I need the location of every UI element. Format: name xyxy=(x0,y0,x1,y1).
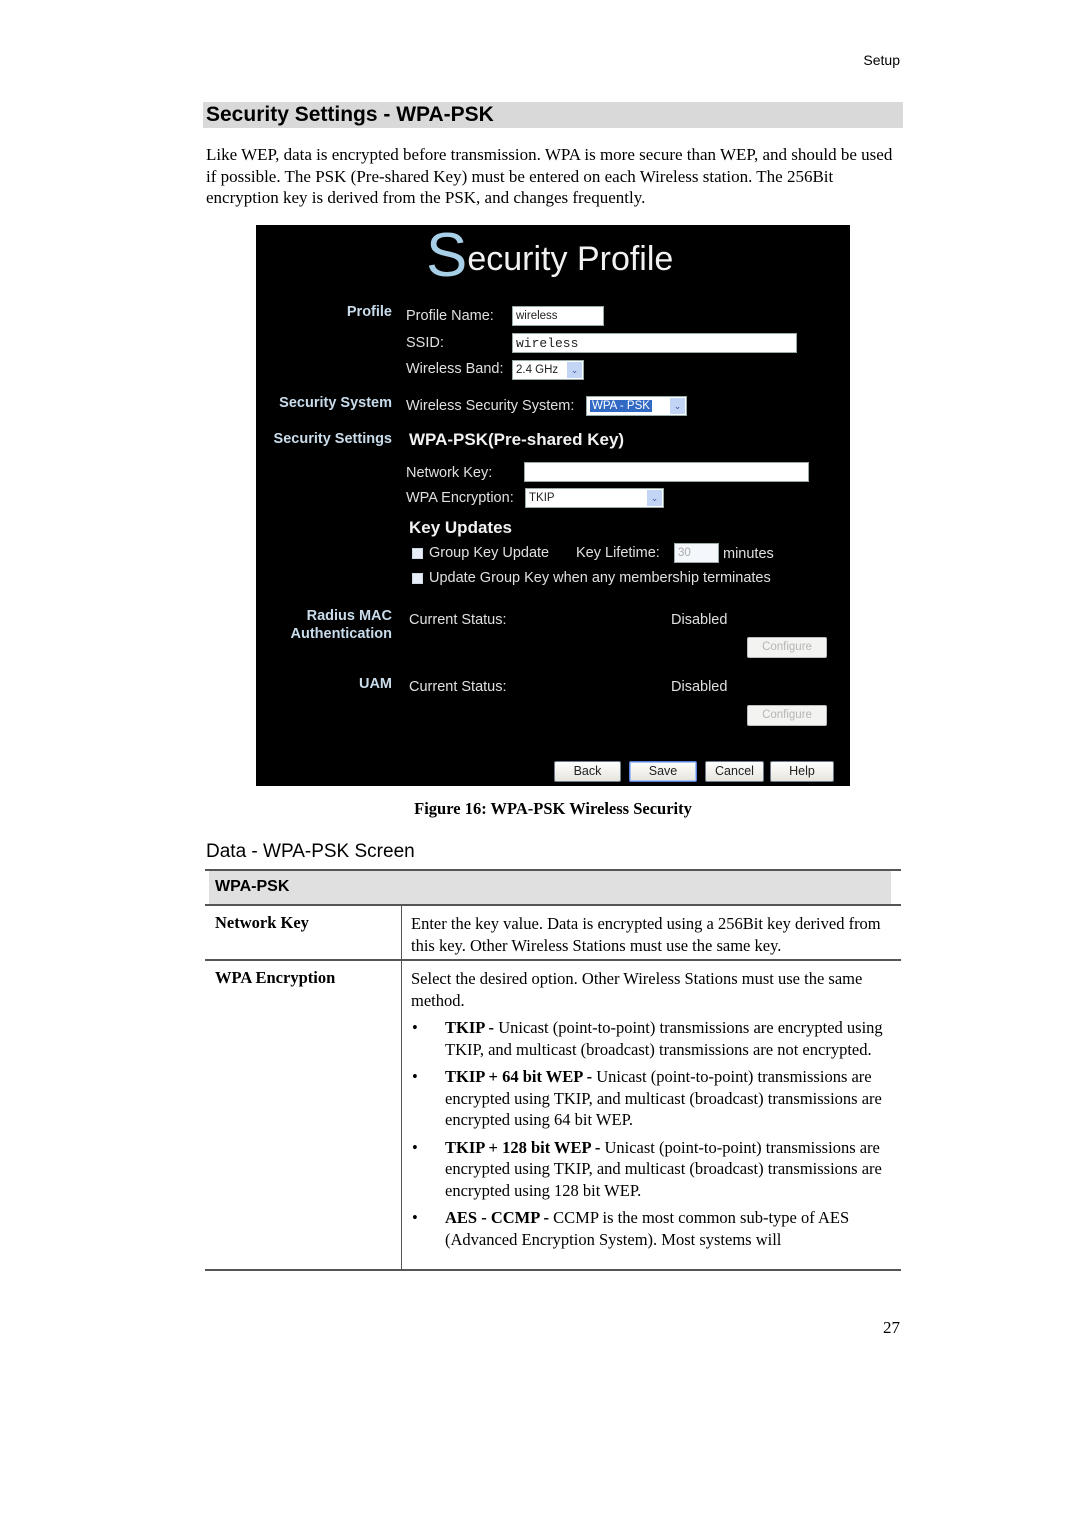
update-group-key-label: Update Group Key when any membership ter… xyxy=(429,570,771,586)
psk-heading: WPA-PSK(Pre-shared Key) xyxy=(409,430,625,449)
list-item: • TKIP + 64 bit WEP - Unicast (point-to-p… xyxy=(411,1066,893,1131)
bullet-icon: • xyxy=(412,1018,418,1037)
table-row: WPA Encryption Select the desired option… xyxy=(205,961,901,1271)
help-button[interactable]: Help xyxy=(770,761,834,782)
list-item: • AES - CCMP - CCMP is the most common su… xyxy=(411,1207,893,1250)
wireless-band-select[interactable]: 2.4 GHz ⌄ xyxy=(512,360,584,380)
security-profile-screenshot: Security Profile Profile Profile Name: w… xyxy=(256,225,850,786)
option-term: AES - CCMP - xyxy=(445,1208,550,1227)
screen-title: Security Profile xyxy=(426,225,673,287)
wpa-encryption-select[interactable]: TKIP ⌄ xyxy=(525,488,664,508)
key-lifetime-input[interactable]: 30 xyxy=(674,543,719,563)
table-row: Network Key Enter the key value. Data is… xyxy=(205,906,901,961)
category-security-settings: Security Settings xyxy=(273,431,392,447)
radius-configure-button[interactable]: Configure xyxy=(747,637,827,658)
category-radius-line1: Radius MAC xyxy=(306,608,392,624)
bullet-icon: • xyxy=(412,1208,418,1227)
wpa-encryption-value: TKIP xyxy=(529,492,555,504)
network-key-input[interactable] xyxy=(524,462,809,482)
ssid-label: SSID: xyxy=(406,335,444,351)
group-key-update-label: Group Key Update xyxy=(429,545,550,561)
category-uam: UAM xyxy=(358,676,392,692)
profile-name-input[interactable]: wireless xyxy=(512,306,604,326)
running-header: Setup xyxy=(863,52,900,68)
save-button[interactable]: Save xyxy=(629,761,697,782)
table-header: WPA-PSK xyxy=(205,869,901,906)
back-button[interactable]: Back xyxy=(554,761,621,782)
option-term: TKIP + 128 bit WEP - xyxy=(445,1137,601,1157)
option-desc: Unicast (point-to-point) transmissions a… xyxy=(445,1018,883,1059)
encryption-options-list: • TKIP - Unicast (point-to-point) transmi… xyxy=(411,1017,893,1250)
section-title: Security Settings - WPA-PSK xyxy=(206,103,494,126)
profile-name-label: Profile Name: xyxy=(406,308,494,324)
option-term: TKIP + 64 bit WEP - xyxy=(445,1067,593,1086)
data-table: WPA-PSK Network Key Enter the key value.… xyxy=(205,869,901,1271)
screen-title-initial: S xyxy=(426,225,468,290)
bullet-icon: • xyxy=(412,1067,418,1086)
security-system-select[interactable]: WPA - PSK ⌄ xyxy=(586,396,687,416)
update-group-key-checkbox[interactable] xyxy=(412,573,423,584)
wpa-encryption-label: WPA Encryption: xyxy=(406,490,514,506)
wireless-band-value: 2.4 GHz xyxy=(516,364,559,376)
section-title-bar: Security Settings - WPA-PSK xyxy=(203,102,903,128)
row-key: Network Key xyxy=(205,906,402,959)
table-header-fill xyxy=(209,871,891,904)
key-updates-heading: Key Updates xyxy=(409,518,512,537)
list-item: • TKIP + 128 bit WEP - Unicast (point-to-… xyxy=(411,1137,893,1202)
bullet-icon: • xyxy=(412,1137,418,1157)
figure-caption: Figure 16: WPA-PSK Wireless Security xyxy=(414,799,692,818)
radius-status-label: Current Status: xyxy=(409,612,507,628)
uam-status-value: Disabled xyxy=(671,679,728,695)
list-item: • TKIP - Unicast (point-to-point) transmi… xyxy=(411,1017,893,1060)
option-term: TKIP - xyxy=(445,1018,495,1037)
chevron-down-icon[interactable]: ⌄ xyxy=(670,398,685,414)
cancel-button[interactable]: Cancel xyxy=(705,761,764,782)
category-profile: Profile xyxy=(346,304,392,320)
network-key-label: Network Key: xyxy=(406,465,493,481)
security-system-label: Wireless Security System: xyxy=(406,398,575,414)
page-number: 27 xyxy=(883,1318,900,1337)
chevron-down-icon[interactable]: ⌄ xyxy=(567,362,582,378)
row-description: Enter the key value. Data is encrypted u… xyxy=(411,914,881,955)
row-description-text: Select the desired option. Other Wireles… xyxy=(411,969,863,1010)
row-description: Select the desired option. Other Wireles… xyxy=(402,961,901,1269)
group-key-update-checkbox[interactable] xyxy=(412,548,423,559)
screen-title-rest: ecurity Profile xyxy=(467,240,674,278)
category-radius-mac: Radius MAC Authentication xyxy=(291,607,393,643)
row-key: WPA Encryption xyxy=(205,961,402,1269)
data-heading: Data - WPA-PSK Screen xyxy=(206,841,415,862)
ssid-input[interactable]: wireless xyxy=(512,333,797,353)
table-header-label: WPA-PSK xyxy=(215,878,290,895)
category-radius-line2: Authentication xyxy=(290,626,393,642)
wireless-band-label: Wireless Band: xyxy=(406,361,504,377)
radius-status-value: Disabled xyxy=(671,612,728,628)
uam-status-label: Current Status: xyxy=(409,679,507,695)
security-system-value: WPA - PSK xyxy=(589,399,653,413)
uam-configure-button[interactable]: Configure xyxy=(747,705,827,726)
chevron-down-icon[interactable]: ⌄ xyxy=(647,490,662,506)
key-lifetime-unit: minutes xyxy=(723,546,774,562)
key-lifetime-label: Key Lifetime: xyxy=(576,545,660,561)
category-security-system: Security System xyxy=(279,395,392,411)
intro-paragraph: Like WEP, data is encrypted before trans… xyxy=(206,145,893,207)
